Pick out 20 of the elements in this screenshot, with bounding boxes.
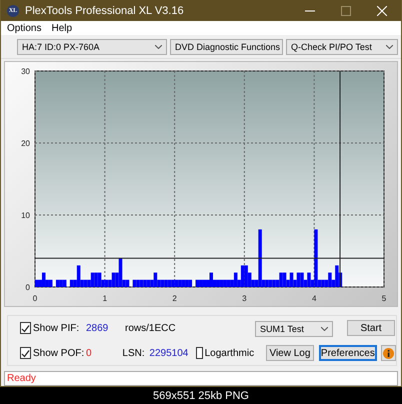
y-tick-label: 20 (21, 139, 30, 148)
x-tick-label: 0 (32, 294, 38, 304)
show-pif-label: Show PIF: (33, 322, 80, 334)
image-caption: 569x551 25kb PNG (152, 390, 249, 402)
unit-label: rows/1ECC (125, 322, 177, 334)
x-tick-label: 5 (382, 294, 386, 304)
x-tick-label: 3 (242, 294, 247, 304)
x-tick-label: 2 (172, 294, 177, 304)
logarithmic-label: Logarthmic (204, 348, 254, 359)
pif-count: 2869 (85, 322, 110, 334)
status-text: Ready (6, 373, 36, 384)
x-tick-label: 4 (312, 294, 316, 304)
y-tick-label: 10 (21, 211, 30, 220)
show-pof-label: Show POF: (33, 348, 84, 359)
lsn-value: 2295104 (148, 348, 190, 359)
y-tick-label: 30 (21, 67, 30, 76)
x-tick-label: 1 (102, 294, 108, 304)
window-title: PlexTools Professional XL V3.16 (25, 4, 185, 17)
lsn-label: LSN: (122, 348, 144, 359)
y-tick-label: 0 (26, 283, 30, 292)
